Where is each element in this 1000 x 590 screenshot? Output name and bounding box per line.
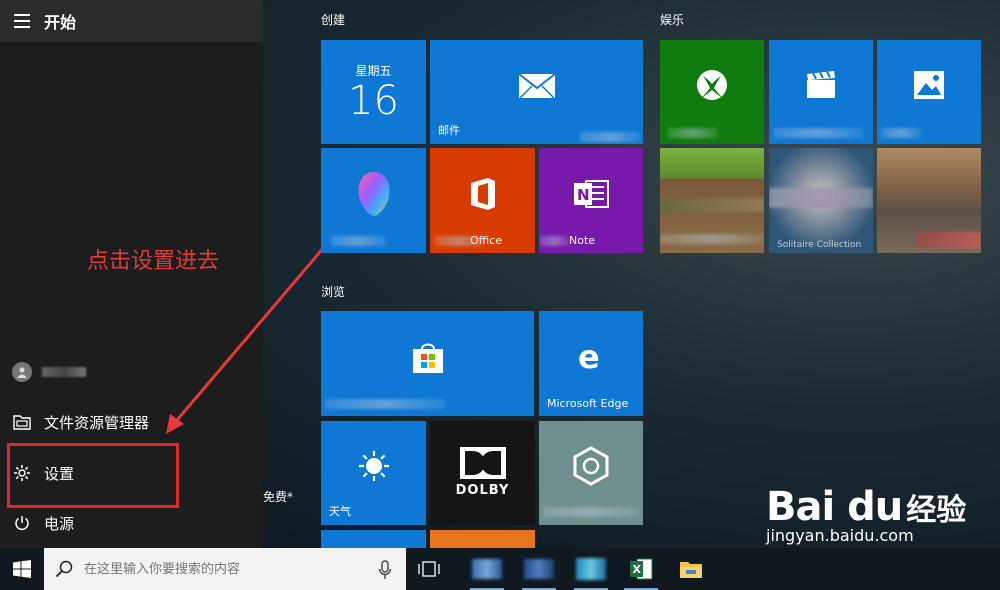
movies-icon: [769, 40, 873, 130]
age-of-empires-blur: [917, 232, 981, 248]
app-3-icon: [576, 558, 606, 580]
desktop: 开始 文件资源管理器 设置 电源 点击设置进去 创建 娱乐 浏览 星期五 16 …: [0, 0, 1000, 590]
tile-mail[interactable]: 邮件: [430, 40, 643, 144]
excel-icon: X: [630, 558, 653, 580]
drawboard-icon: [539, 421, 643, 511]
sun-icon: [321, 421, 426, 511]
photos-label-blur: [881, 128, 921, 138]
xbox-label-blur: [668, 128, 718, 138]
tile-age-of-empires[interactable]: [877, 148, 981, 253]
group-label-entertainment: 娱乐: [660, 13, 685, 27]
taskbar-excel[interactable]: X: [618, 548, 664, 590]
tile-weather[interactable]: 天气: [321, 421, 426, 525]
file-explorer-icon: [680, 562, 702, 578]
taskbar-file-explorer[interactable]: [668, 548, 714, 590]
app-1-icon: [472, 559, 502, 579]
microphone-icon[interactable]: [378, 560, 392, 584]
solitaire-cards-blur: [769, 188, 873, 208]
svg-text:e: e: [578, 341, 600, 373]
calendar-weekday: 星期五: [355, 64, 392, 78]
search-icon: [44, 560, 84, 578]
tile-drawboard[interactable]: [539, 421, 643, 525]
onenote-label-blur: [539, 236, 569, 246]
paint-3d-label-blur: [331, 236, 386, 246]
minecraft-blur: [660, 198, 764, 212]
onenote-label: Note: [569, 234, 596, 247]
tile-xbox[interactable]: [660, 40, 764, 144]
tile-calendar[interactable]: 星期五 16: [321, 40, 426, 144]
windows-icon: [13, 560, 31, 578]
group-label-browse: 浏览: [321, 285, 346, 299]
taskbar-app-3[interactable]: [568, 548, 614, 590]
tile-partial-blue[interactable]: [321, 530, 426, 548]
weather-label: 天气: [329, 505, 351, 518]
tile-partial-orange[interactable]: [430, 530, 535, 548]
calendar-day: 16: [348, 78, 399, 124]
taskbar-search-box[interactable]: [44, 548, 406, 590]
tile-photos[interactable]: [877, 40, 981, 144]
taskbar: X: [0, 548, 1000, 590]
tile-dolby[interactable]: DOLBY: [430, 421, 535, 525]
svg-text:N: N: [577, 186, 590, 204]
group-label-create: 创建: [321, 13, 346, 27]
tile-onenote[interactable]: N Note: [539, 148, 643, 253]
search-input[interactable]: [84, 561, 364, 577]
xbox-icon: [660, 40, 764, 130]
taskbar-app-2[interactable]: [516, 548, 562, 590]
office-icon: [430, 148, 535, 239]
tile-movies-tv[interactable]: [769, 40, 873, 144]
task-view-icon: [418, 561, 440, 577]
app-2-icon: [524, 559, 554, 579]
minecraft-label-blur: [660, 234, 764, 244]
photos-icon: [877, 40, 981, 130]
edge-label: Microsoft Edge: [547, 397, 629, 410]
tile-microsoft-edge[interactable]: e Microsoft Edge: [539, 311, 643, 416]
dolby-label: DOLBY: [455, 483, 510, 498]
tile-paint-3d[interactable]: [321, 148, 426, 253]
start-button[interactable]: [0, 548, 44, 590]
tile-minecraft[interactable]: [660, 148, 764, 253]
solitaire-label: Solitaire Collection: [777, 240, 862, 250]
store-icon: [321, 311, 534, 402]
svg-text:X: X: [633, 563, 642, 576]
tile-office[interactable]: Office: [430, 148, 535, 253]
mail-count-blur: [580, 132, 640, 142]
free-label: 免费*: [263, 490, 294, 504]
tile-microsoft-store[interactable]: [321, 311, 534, 416]
watermark-brand: Bai du: [766, 484, 903, 530]
tile-solitaire[interactable]: Solitaire Collection: [769, 148, 873, 253]
baidu-jingyan-watermark: Bai du 经验 jingyan.baidu.com: [766, 484, 966, 545]
mail-label: 邮件: [438, 124, 460, 137]
onenote-icon: N: [539, 148, 643, 239]
movies-label-blur: [773, 128, 863, 138]
taskbar-app-1[interactable]: [464, 548, 510, 590]
drawboard-label-blur: [543, 507, 639, 517]
task-view-button[interactable]: [406, 548, 452, 590]
store-label-blur: [325, 399, 445, 409]
mail-icon: [430, 40, 643, 130]
office-label-blur: [434, 236, 484, 246]
watermark-jingyan: 经验: [906, 493, 967, 528]
paint-3d-icon: [321, 148, 426, 239]
edge-icon: e: [539, 311, 643, 402]
